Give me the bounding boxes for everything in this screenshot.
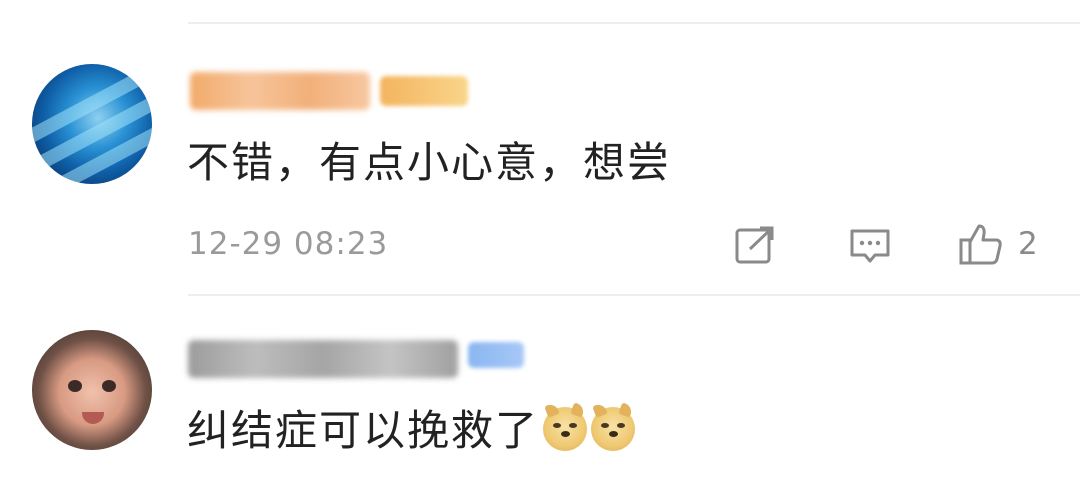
avatar[interactable] [32,330,152,450]
doge-emoji-icon [591,402,636,451]
user-badge-blurred [468,342,524,368]
like-count: 2 [1018,226,1038,262]
comment-text: 不错，有点小心意，想尝 [187,138,672,187]
share-icon [735,226,774,264]
reply-button[interactable] [848,222,892,270]
comment-timestamp: 12-29 08:23 [188,226,389,262]
username-blurred[interactable] [190,72,370,110]
comment-divider [188,294,1080,296]
top-divider [188,22,1080,24]
comment-text-content: 纠结症可以挽救了 [187,406,540,455]
comment-text: 纠结症可以挽救了 [187,402,636,458]
share-button[interactable] [734,222,776,270]
user-badge-blurred [380,76,468,106]
reply-icon [850,229,890,263]
like-button[interactable]: 2 [958,220,1038,268]
like-icon [959,224,1002,265]
username-blurred[interactable] [188,340,458,378]
doge-emoji-icon [543,402,588,451]
avatar[interactable] [32,64,152,184]
